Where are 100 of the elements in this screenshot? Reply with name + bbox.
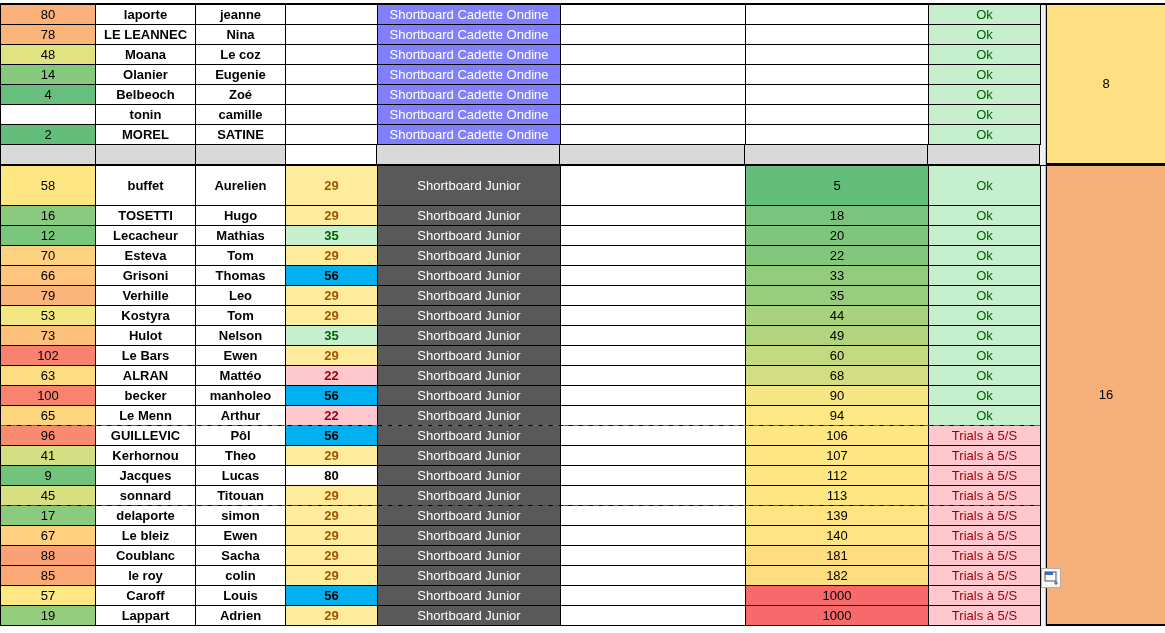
- points-cell: 44: [746, 306, 929, 326]
- rank-cell: 79: [1, 286, 96, 306]
- first-name-cell: Hugo: [196, 206, 286, 226]
- last-name-cell: Kostyra: [96, 306, 196, 326]
- rank-cell: 63: [1, 366, 96, 386]
- group-cell: 16: [1046, 166, 1165, 626]
- first-name-cell: Ewen: [196, 346, 286, 366]
- age-cell: 35: [286, 326, 378, 346]
- last-name-cell: Jacques: [96, 466, 196, 486]
- last-name-cell: Esteva: [96, 246, 196, 266]
- first-name-cell: Mattéo: [196, 366, 286, 386]
- category-cell: Shortboard Junior: [378, 286, 561, 306]
- first-name-cell: camille: [196, 105, 286, 125]
- rank-cell: 4: [1, 85, 96, 105]
- category-cell: Shortboard Junior: [378, 466, 561, 486]
- points-cell: 106: [746, 426, 929, 446]
- status-cell: Ok: [929, 346, 1041, 366]
- status-cell: Ok: [929, 326, 1041, 346]
- first-name-cell: simon: [196, 506, 286, 526]
- points-cell: 140: [746, 526, 929, 546]
- age-cell: 29: [286, 506, 378, 526]
- last-name-cell: ALRAN: [96, 366, 196, 386]
- age-cell: 35: [286, 226, 378, 246]
- status-cell: Trials à 5/S: [929, 466, 1041, 486]
- last-name-cell: Hulot: [96, 326, 196, 346]
- first-name-cell: Zoé: [196, 85, 286, 105]
- status-cell: Ok: [929, 246, 1041, 266]
- category-cell: Shortboard Cadette Ondine: [378, 125, 561, 145]
- first-name-cell: Arthur: [196, 406, 286, 426]
- points-cell: 60: [746, 346, 929, 366]
- first-name-cell: Thomas: [196, 266, 286, 286]
- points-cell: 5: [746, 166, 929, 206]
- last-name-cell: GUILLEVIC: [96, 426, 196, 446]
- points-cell: 94: [746, 406, 929, 426]
- last-name-cell: Verhille: [96, 286, 196, 306]
- last-name-cell: Olanier: [96, 65, 196, 85]
- rank-cell: 16: [1, 206, 96, 226]
- category-cell: Shortboard Junior: [378, 266, 561, 286]
- rank-cell: 78: [1, 25, 96, 45]
- status-cell: Ok: [929, 25, 1041, 45]
- last-name-cell: Coublanc: [96, 546, 196, 566]
- category-cell: Shortboard Cadette Ondine: [378, 105, 561, 125]
- last-name-cell: Grisoni: [96, 266, 196, 286]
- category-cell: Shortboard Junior: [378, 346, 561, 366]
- status-cell: Trials à 5/S: [929, 566, 1041, 586]
- paste-options-icon[interactable]: [1041, 568, 1061, 588]
- rank-cell: 57: [1, 586, 96, 606]
- category-cell: Shortboard Cadette Ondine: [378, 5, 561, 25]
- category-cell: Shortboard Junior: [378, 426, 561, 446]
- first-name-cell: Pôl: [196, 426, 286, 446]
- status-cell: Ok: [929, 286, 1041, 306]
- status-cell: Ok: [929, 5, 1041, 25]
- points-cell: 139: [746, 506, 929, 526]
- first-name-cell: Tom: [196, 306, 286, 326]
- first-name-cell: Adrien: [196, 606, 286, 626]
- status-cell: Trials à 5/S: [929, 486, 1041, 506]
- first-name-cell: colin: [196, 566, 286, 586]
- rank-cell: 12: [1, 226, 96, 246]
- points-cell: 181: [746, 546, 929, 566]
- status-cell: Ok: [929, 386, 1041, 406]
- category-cell: Shortboard Cadette Ondine: [378, 25, 561, 45]
- status-cell: Ok: [929, 366, 1041, 386]
- category-cell: Shortboard Junior: [378, 246, 561, 266]
- status-cell: Ok: [929, 306, 1041, 326]
- last-name-cell: becker: [96, 386, 196, 406]
- last-name-cell: Le bleiz: [96, 526, 196, 546]
- last-name-cell: le roy: [96, 566, 196, 586]
- rank-cell: 67: [1, 526, 96, 546]
- last-name-cell: sonnard: [96, 486, 196, 506]
- last-name-cell: delaporte: [96, 506, 196, 526]
- rank-cell: 53: [1, 306, 96, 326]
- group-cell: 8: [1046, 5, 1165, 165]
- last-name-cell: MOREL: [96, 125, 196, 145]
- last-name-cell: TOSETTI: [96, 206, 196, 226]
- first-name-cell: Mathias: [196, 226, 286, 246]
- points-cell: 113: [746, 486, 929, 506]
- first-name-cell: Nelson: [196, 326, 286, 346]
- age-cell: 80: [286, 466, 378, 486]
- last-name-cell: tonin: [96, 105, 196, 125]
- category-cell: Shortboard Junior: [378, 566, 561, 586]
- points-cell: 68: [746, 366, 929, 386]
- age-cell: 29: [286, 246, 378, 266]
- first-name-cell: Theo: [196, 446, 286, 466]
- points-cell: 1000: [746, 586, 929, 606]
- rank-cell: 80: [1, 5, 96, 25]
- last-name-cell: buffet: [96, 166, 196, 206]
- age-cell: 22: [286, 366, 378, 386]
- rank-cell: 9: [1, 466, 96, 486]
- status-cell: Ok: [929, 45, 1041, 65]
- category-cell: Shortboard Junior: [378, 366, 561, 386]
- rank-cell: 102: [1, 346, 96, 366]
- rank-cell: 100: [1, 386, 96, 406]
- status-cell: Ok: [929, 85, 1041, 105]
- points-cell: 18: [746, 206, 929, 226]
- last-name-cell: Moana: [96, 45, 196, 65]
- status-cell: Ok: [929, 166, 1041, 206]
- status-cell: Trials à 5/S: [929, 506, 1041, 526]
- first-name-cell: Ewen: [196, 526, 286, 546]
- first-name-cell: jeanne: [196, 5, 286, 25]
- status-cell: Trials à 5/S: [929, 446, 1041, 466]
